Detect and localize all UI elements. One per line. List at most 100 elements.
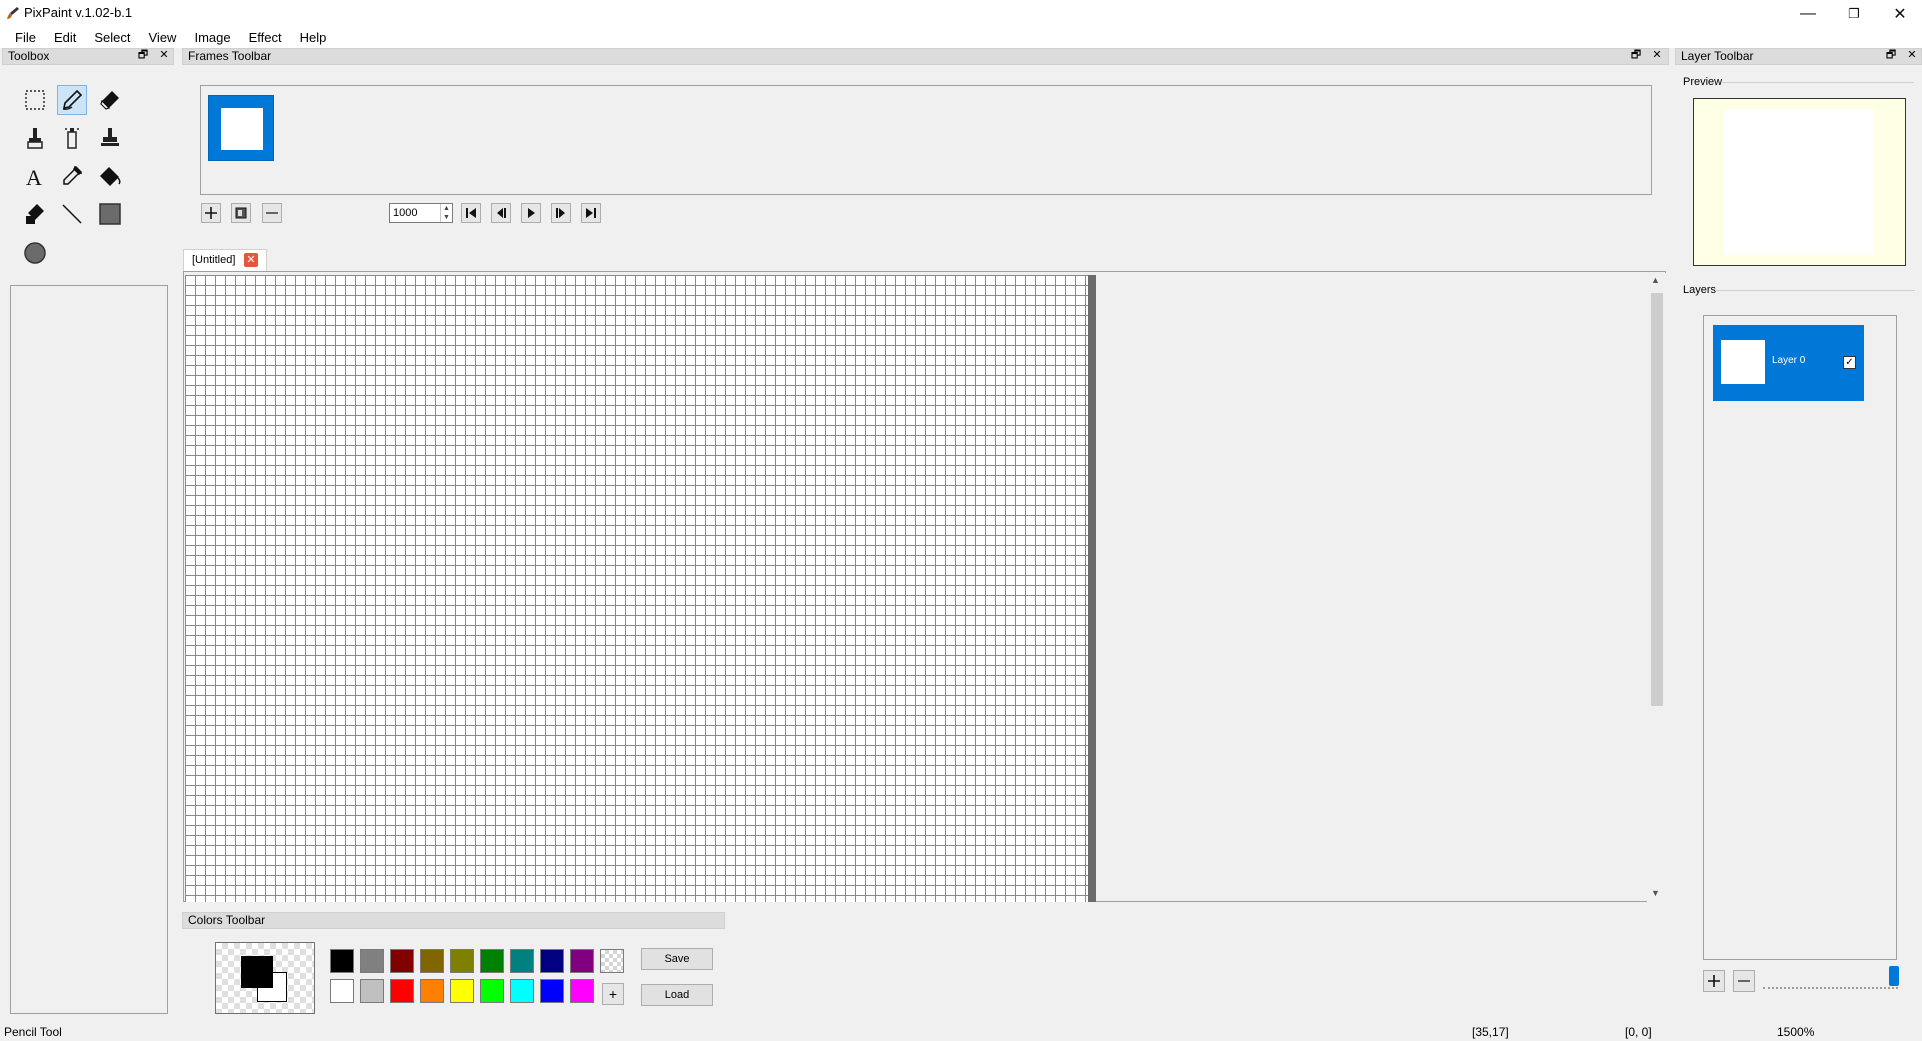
palette-row2-swatch-1[interactable] bbox=[360, 979, 384, 1003]
document-tab[interactable]: [Untitled] ✕ bbox=[183, 249, 267, 271]
last-frame-icon bbox=[586, 208, 596, 218]
next-frame-button[interactable] bbox=[551, 203, 571, 223]
frame-delay-spinner[interactable]: ▲ ▼ bbox=[440, 204, 452, 222]
tool-spray[interactable] bbox=[57, 123, 87, 153]
recolor-icon bbox=[26, 204, 44, 224]
frames-header: Frames Toolbar bbox=[182, 48, 1669, 65]
first-frame-button[interactable] bbox=[461, 203, 481, 223]
load-palette-button[interactable]: Load bbox=[641, 984, 713, 1006]
tool-rectangle[interactable] bbox=[95, 199, 125, 229]
tool-pencil[interactable] bbox=[57, 85, 87, 115]
scroll-up-icon[interactable]: ▲ bbox=[1651, 275, 1660, 285]
menu-effect[interactable]: Effect bbox=[240, 28, 291, 48]
add-layer-button[interactable] bbox=[1703, 970, 1725, 992]
palette-row2-swatch-2[interactable] bbox=[390, 979, 414, 1003]
palette-row1-swatch-2[interactable] bbox=[390, 949, 414, 973]
foreground-color-swatch[interactable] bbox=[241, 956, 273, 988]
menu-bar: File Edit Select View Image Effect Help bbox=[0, 28, 1922, 48]
menu-edit[interactable]: Edit bbox=[45, 28, 85, 48]
duplicate-frame-icon bbox=[235, 207, 247, 219]
tool-recolor[interactable] bbox=[20, 199, 50, 229]
palette-row1-swatch-6[interactable] bbox=[510, 949, 534, 973]
restore-button[interactable]: ❐ bbox=[1831, 0, 1877, 28]
scroll-down-icon[interactable]: ▼ bbox=[1651, 888, 1660, 898]
frames-strip bbox=[200, 85, 1652, 195]
layer-toolbar-title: Layer Toolbar bbox=[1681, 49, 1754, 63]
tool-ellipse[interactable] bbox=[20, 238, 50, 268]
eyedropper-icon bbox=[63, 165, 83, 185]
minimize-button[interactable]: — bbox=[1785, 0, 1831, 28]
opacity-slider-handle[interactable] bbox=[1889, 966, 1899, 986]
menu-select[interactable]: Select bbox=[85, 28, 139, 48]
toolbox-close-icon[interactable]: ✕ bbox=[157, 49, 171, 62]
tool-eraser[interactable] bbox=[95, 85, 125, 115]
palette-row1-swatch-5[interactable] bbox=[480, 949, 504, 973]
frame-thumbnail[interactable] bbox=[208, 95, 274, 161]
tool-fill[interactable] bbox=[95, 161, 125, 191]
last-frame-button[interactable] bbox=[581, 203, 601, 223]
play-button[interactable] bbox=[521, 203, 541, 223]
palette-row1-swatch-8[interactable] bbox=[570, 949, 594, 973]
play-icon bbox=[528, 208, 535, 218]
menu-view[interactable]: View bbox=[140, 28, 186, 48]
menu-help[interactable]: Help bbox=[291, 28, 336, 48]
palette-row1-swatch-4[interactable] bbox=[450, 949, 474, 973]
palette-row1-swatch-0[interactable] bbox=[330, 949, 354, 973]
layer-toolbar-float-icon[interactable]: 🗗 bbox=[1884, 49, 1898, 62]
palette-row2-swatch-4[interactable] bbox=[450, 979, 474, 1003]
close-button[interactable]: ✕ bbox=[1877, 0, 1922, 28]
palette-row2-swatch-6[interactable] bbox=[510, 979, 534, 1003]
toolbox-float-icon[interactable]: 🗗 bbox=[136, 49, 150, 62]
palette-row2-swatch-7[interactable] bbox=[540, 979, 564, 1003]
palette-row2-swatch-3[interactable] bbox=[420, 979, 444, 1003]
color-preview[interactable] bbox=[215, 942, 315, 1014]
layer-toolbar-close-icon[interactable]: ✕ bbox=[1905, 49, 1919, 62]
add-frame-button[interactable] bbox=[201, 203, 221, 223]
remove-layer-button[interactable] bbox=[1733, 970, 1755, 992]
remove-frame-icon bbox=[266, 212, 278, 214]
palette-row1-swatch-9[interactable] bbox=[600, 949, 624, 973]
status-tool: Pencil Tool bbox=[4, 1025, 62, 1039]
layer-opacity-slider[interactable] bbox=[1763, 985, 1898, 989]
line-icon bbox=[62, 204, 82, 224]
add-color-button[interactable]: + bbox=[602, 983, 624, 1005]
colors-title: Colors Toolbar bbox=[188, 913, 266, 927]
tool-eyedropper[interactable] bbox=[57, 161, 87, 191]
tool-stamp[interactable] bbox=[95, 123, 125, 153]
palette-row1-swatch-3[interactable] bbox=[420, 949, 444, 973]
frames-float-icon[interactable]: 🗗 bbox=[1629, 49, 1643, 62]
menu-file[interactable]: File bbox=[6, 28, 45, 48]
status-cursor-position: [35,17] bbox=[1472, 1025, 1509, 1039]
tool-brush[interactable] bbox=[20, 123, 50, 153]
palette-row1-swatch-7[interactable] bbox=[540, 949, 564, 973]
spray-icon bbox=[65, 128, 79, 149]
document-tab-title: [Untitled] bbox=[192, 254, 236, 266]
vertical-scrollbar[interactable]: ▲ ▼ bbox=[1647, 273, 1666, 902]
palette-row1-swatch-1[interactable] bbox=[360, 949, 384, 973]
eraser-icon bbox=[100, 91, 119, 110]
pixel-canvas[interactable] bbox=[185, 275, 1088, 902]
colors-header: Colors Toolbar bbox=[182, 912, 725, 929]
layer-visibility-checkbox[interactable]: ✓ bbox=[1843, 356, 1856, 369]
palette-row2-swatch-8[interactable] bbox=[570, 979, 594, 1003]
palette-row2-swatch-0[interactable] bbox=[330, 979, 354, 1003]
palette-row2-swatch-5[interactable] bbox=[480, 979, 504, 1003]
frames-close-icon[interactable]: ✕ bbox=[1650, 49, 1664, 62]
layer-item[interactable]: Layer 0 ✓ bbox=[1713, 325, 1864, 401]
toolbox-title: Toolbox bbox=[8, 49, 50, 63]
save-palette-button[interactable]: Save bbox=[641, 948, 713, 970]
scrollbar-thumb[interactable] bbox=[1651, 293, 1663, 706]
menu-image[interactable]: Image bbox=[185, 28, 239, 48]
duplicate-frame-button[interactable] bbox=[231, 203, 251, 223]
tool-rectangle-select[interactable] bbox=[20, 85, 50, 115]
frame-delay-input[interactable]: 1000 ▲ ▼ bbox=[389, 203, 453, 223]
app-brush-icon bbox=[6, 6, 20, 20]
tool-line[interactable] bbox=[57, 199, 87, 229]
select-rect-icon bbox=[25, 90, 45, 110]
document-tab-close-icon[interactable]: ✕ bbox=[244, 253, 258, 267]
remove-frame-button[interactable] bbox=[262, 203, 282, 223]
add-layer-icon bbox=[1708, 975, 1720, 987]
tool-text[interactable]: A bbox=[20, 161, 50, 191]
previous-frame-button[interactable] bbox=[491, 203, 511, 223]
next-frame-icon bbox=[556, 208, 565, 218]
